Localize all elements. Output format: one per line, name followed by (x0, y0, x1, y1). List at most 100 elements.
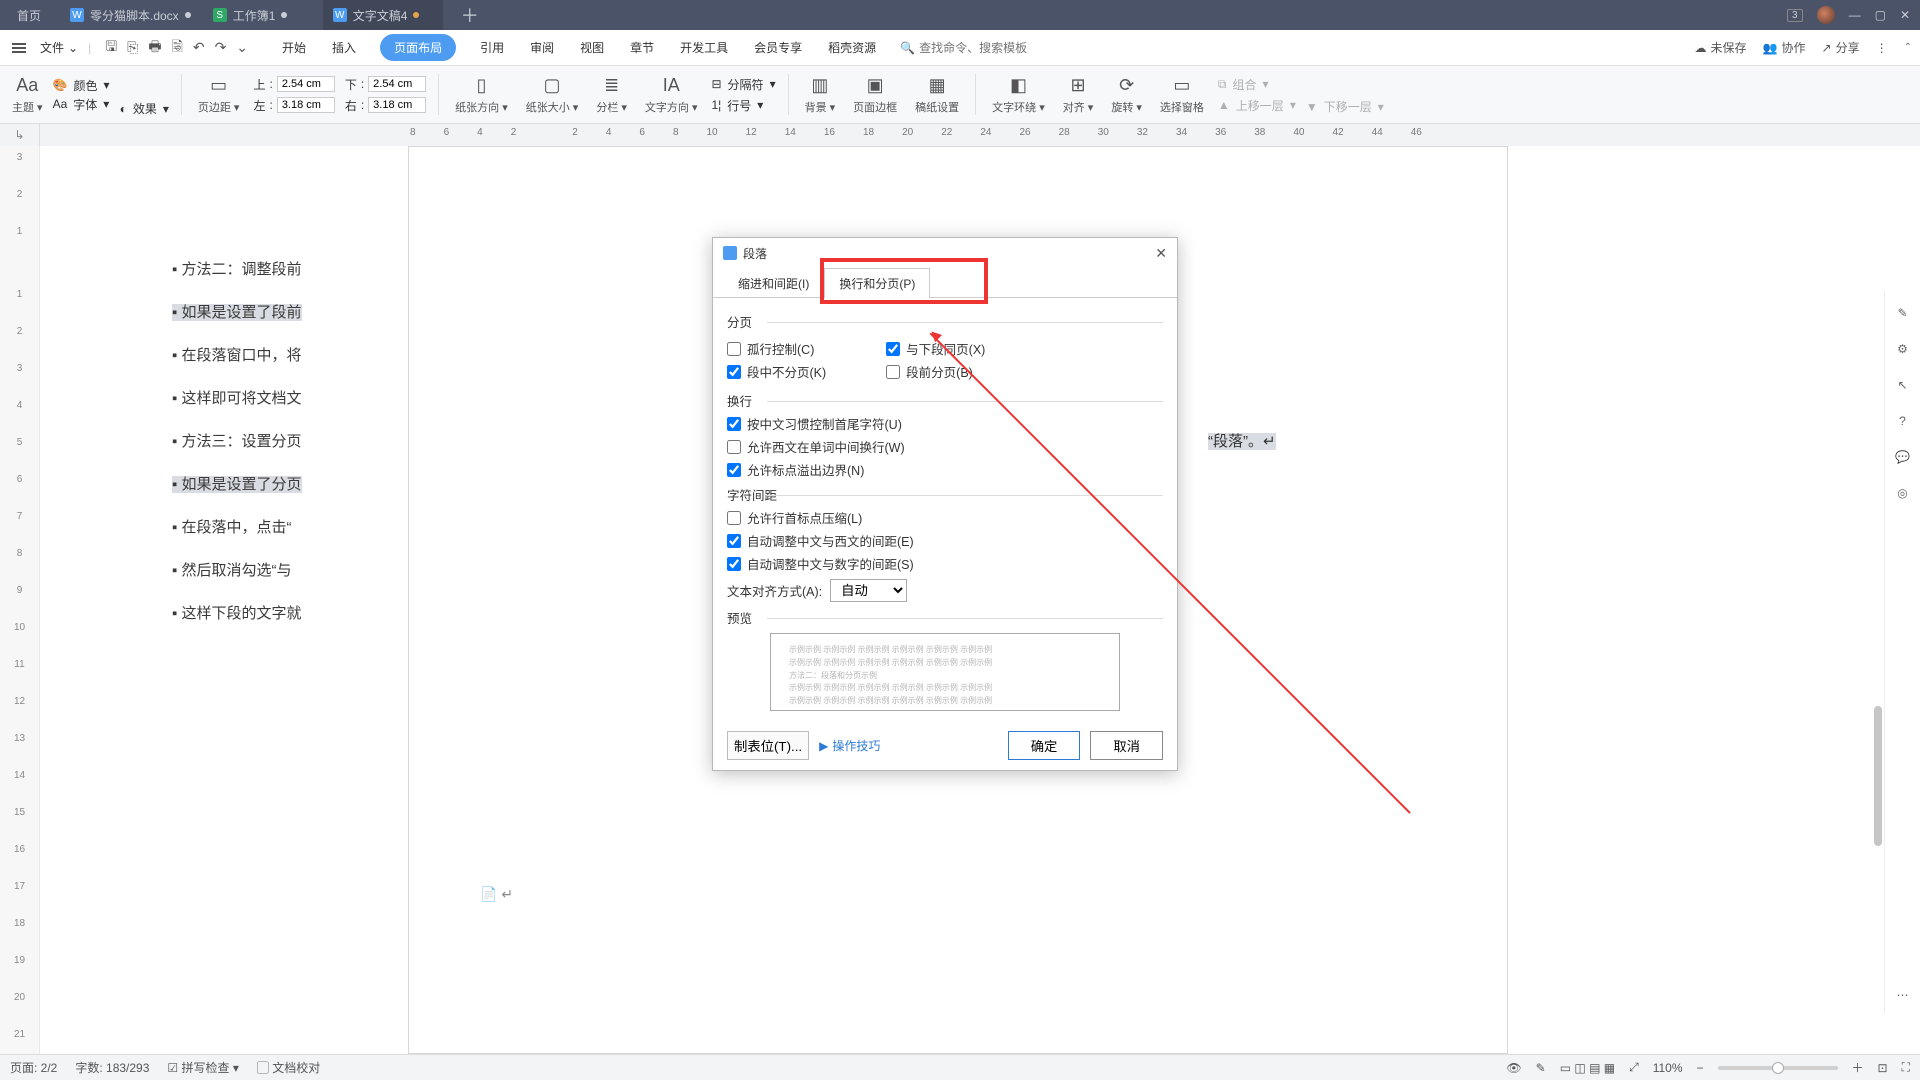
close-dialog-button[interactable]: ✕ (1155, 245, 1167, 262)
tab-doc-1[interactable]: W零分猫脚本.docx (60, 0, 203, 30)
checkbox-punct-compress[interactable]: 允许行首标点压缩(L) (727, 508, 1163, 527)
orientation-button[interactable]: ▯纸张方向 ▾ (451, 70, 512, 119)
zoom-fit-button[interactable]: ⤢ (1629, 1060, 1639, 1075)
paper-size-button[interactable]: ▢纸张大小 ▾ (522, 70, 583, 119)
cursor-icon[interactable]: ↖ (1897, 378, 1907, 392)
tips-link[interactable]: ▶操作技巧 (819, 737, 880, 754)
tab-view[interactable]: 视图 (578, 34, 606, 61)
word-count[interactable]: 字数: 183/293 (75, 1059, 149, 1076)
line-numbers-button[interactable]: 1¦行号 ▾ (711, 97, 775, 114)
tab-doc-2[interactable]: W文字文稿4 (323, 0, 443, 30)
checkbox-cjk-digit-spacing[interactable]: 自动调整中文与数字的间距(S) (727, 554, 1163, 573)
spell-check-toggle[interactable]: ☑ 拼写检查 ▾ (167, 1059, 238, 1076)
zoom-out-button[interactable]: − (1697, 1061, 1704, 1075)
background-button[interactable]: ▥背景 ▾ (801, 70, 840, 119)
minimize-button[interactable]: — (1849, 8, 1861, 22)
help-icon[interactable]: ? (1899, 414, 1906, 428)
unsaved-indicator[interactable]: ☁未保存 (1695, 39, 1747, 56)
collaborate-button[interactable]: 👥协作 (1763, 39, 1806, 56)
margins-button[interactable]: ▭页边距 ▾ (194, 70, 244, 119)
tab-review[interactable]: 审阅 (528, 34, 556, 61)
manuscript-grid-button[interactable]: ▦稿纸设置 (911, 70, 963, 119)
zoom-in-button[interactable]: ＋ (1852, 1059, 1864, 1076)
checkbox-page-break-before[interactable]: 段前分页(B) (886, 362, 985, 381)
more-icon[interactable]: ⋯ (1897, 988, 1909, 1002)
fullscreen-button[interactable]: ⛶ (1902, 1060, 1910, 1075)
chat-icon[interactable]: 💬 (1895, 450, 1910, 464)
tab-sheet-1[interactable]: S工作簿1 (203, 0, 323, 30)
tab-line-page-breaks[interactable]: 换行和分页(P) (824, 268, 930, 298)
tabstops-button[interactable]: 制表位(T)... (727, 731, 809, 760)
zoom-level[interactable]: 110% (1653, 1061, 1683, 1075)
align-button[interactable]: ⊞对齐 ▾ (1059, 70, 1098, 119)
tab-references[interactable]: 引用 (478, 34, 506, 61)
best-fit-button[interactable]: ⊡ (1878, 1061, 1888, 1075)
theme-button[interactable]: Aa主题 ▾ (8, 75, 47, 115)
page-indicator[interactable]: 页面: 2/2 (10, 1059, 57, 1076)
margin-left-input[interactable]: 左: (253, 97, 334, 114)
horizontal-ruler[interactable]: ↳ 86422468101214161820222426283032343638… (0, 124, 1920, 146)
checkbox-keep-with-next[interactable]: 与下段同页(X) (886, 339, 985, 358)
redo-button[interactable]: ↷ (215, 39, 227, 56)
checkbox-widow-control[interactable]: 孤行控制(C) (727, 339, 826, 358)
proofing-button[interactable]: ▢ 文档校对 (257, 1059, 320, 1076)
export-button[interactable]: ⎘ (127, 39, 138, 56)
settings-icon[interactable]: ⚙ (1897, 342, 1908, 356)
checkbox-punct-overflow[interactable]: 允许标点溢出边界(N) (727, 460, 1163, 479)
selection-pane-button[interactable]: ▭选择窗格 (1156, 70, 1208, 119)
margin-top-input[interactable]: 上: (253, 76, 334, 93)
tab-developer[interactable]: 开发工具 (678, 34, 730, 61)
margin-bottom-input[interactable]: 下: (345, 76, 426, 93)
group-icon: ⧉ (1218, 77, 1227, 92)
tab-insert[interactable]: 插入 (330, 34, 358, 61)
breaks-button[interactable]: ⊟分隔符 ▾ (711, 76, 775, 93)
effects-button[interactable]: ◐效果 ▾ (120, 100, 169, 117)
tab-start[interactable]: 开始 (280, 34, 308, 61)
new-tab-button[interactable]: ＋ (443, 0, 499, 30)
highlight-icon[interactable]: ✎ (1536, 1061, 1546, 1075)
checkbox-cjk-latin-spacing[interactable]: 自动调整中文与西文的间距(E) (727, 531, 1163, 550)
undo-button[interactable]: ↶ (193, 39, 205, 56)
print-button[interactable]: 🖶 (148, 36, 161, 60)
tab-indent-spacing[interactable]: 缩进和间距(I) (723, 268, 824, 298)
search-input[interactable] (919, 41, 1089, 55)
app-menu-button[interactable] (8, 39, 30, 57)
ok-button[interactable]: 确定 (1008, 731, 1081, 760)
tab-home[interactable]: 首页 (0, 0, 60, 30)
tools-icon[interactable]: ◎ (1897, 486, 1907, 500)
more-button[interactable]: ⋮ (1876, 41, 1888, 55)
pencil-icon[interactable]: ✎ (1897, 306, 1907, 320)
tab-member[interactable]: 会员专享 (752, 34, 804, 61)
save-button[interactable]: 🖫 (105, 36, 117, 60)
checkbox-keep-lines-together[interactable]: 段中不分页(K) (727, 362, 826, 381)
zoom-slider[interactable] (1718, 1066, 1838, 1070)
vertical-ruler[interactable]: 321123456789101112131415161718192021 (0, 146, 40, 1054)
columns-button[interactable]: ≣分栏 ▾ (592, 70, 631, 119)
text-direction-button[interactable]: IA文字方向 ▾ (641, 70, 702, 119)
eye-icon[interactable]: 👁 (1506, 1061, 1521, 1075)
tab-page-layout[interactable]: 页面布局 (380, 34, 456, 61)
print-preview-button[interactable]: 🗟 (172, 36, 183, 60)
margin-right-input[interactable]: 右: (345, 97, 426, 114)
checkbox-latin-word-wrap[interactable]: 允许西文在单词中间换行(W) (727, 437, 1163, 456)
color-button[interactable]: 🎨颜色 ▾ (53, 77, 110, 94)
maximize-button[interactable]: ▢ (1875, 8, 1886, 22)
close-window-button[interactable]: ✕ (1900, 8, 1910, 22)
dialog-titlebar[interactable]: 段落 ✕ (713, 238, 1177, 268)
qat-dropdown[interactable]: ⌄ (236, 39, 248, 56)
avatar[interactable] (1817, 6, 1835, 24)
share-button[interactable]: ↗分享 (1822, 39, 1860, 56)
checkbox-cjk-first-last[interactable]: 按中文习惯控制首尾字符(U) (727, 414, 1163, 433)
cancel-button[interactable]: 取消 (1090, 731, 1163, 760)
text-align-select[interactable]: 自动 (830, 579, 907, 602)
view-mode-buttons[interactable]: ▭ ◫ ▤ ▦ (1560, 1061, 1615, 1075)
tab-chapter[interactable]: 章节 (628, 34, 656, 61)
tab-resources[interactable]: 稻壳资源 (826, 34, 878, 61)
page-border-button[interactable]: ▣页面边框 (849, 70, 901, 119)
vertical-scrollbar-thumb[interactable] (1874, 706, 1882, 846)
command-search[interactable]: 🔍 (900, 41, 1089, 55)
collapse-ribbon-button[interactable]: ⌃ (1904, 42, 1912, 53)
file-menu[interactable]: 文件⌄ (34, 39, 84, 56)
notification-badge[interactable]: 3 (1787, 9, 1803, 22)
font-button[interactable]: Aa字体 ▾ (53, 96, 110, 113)
